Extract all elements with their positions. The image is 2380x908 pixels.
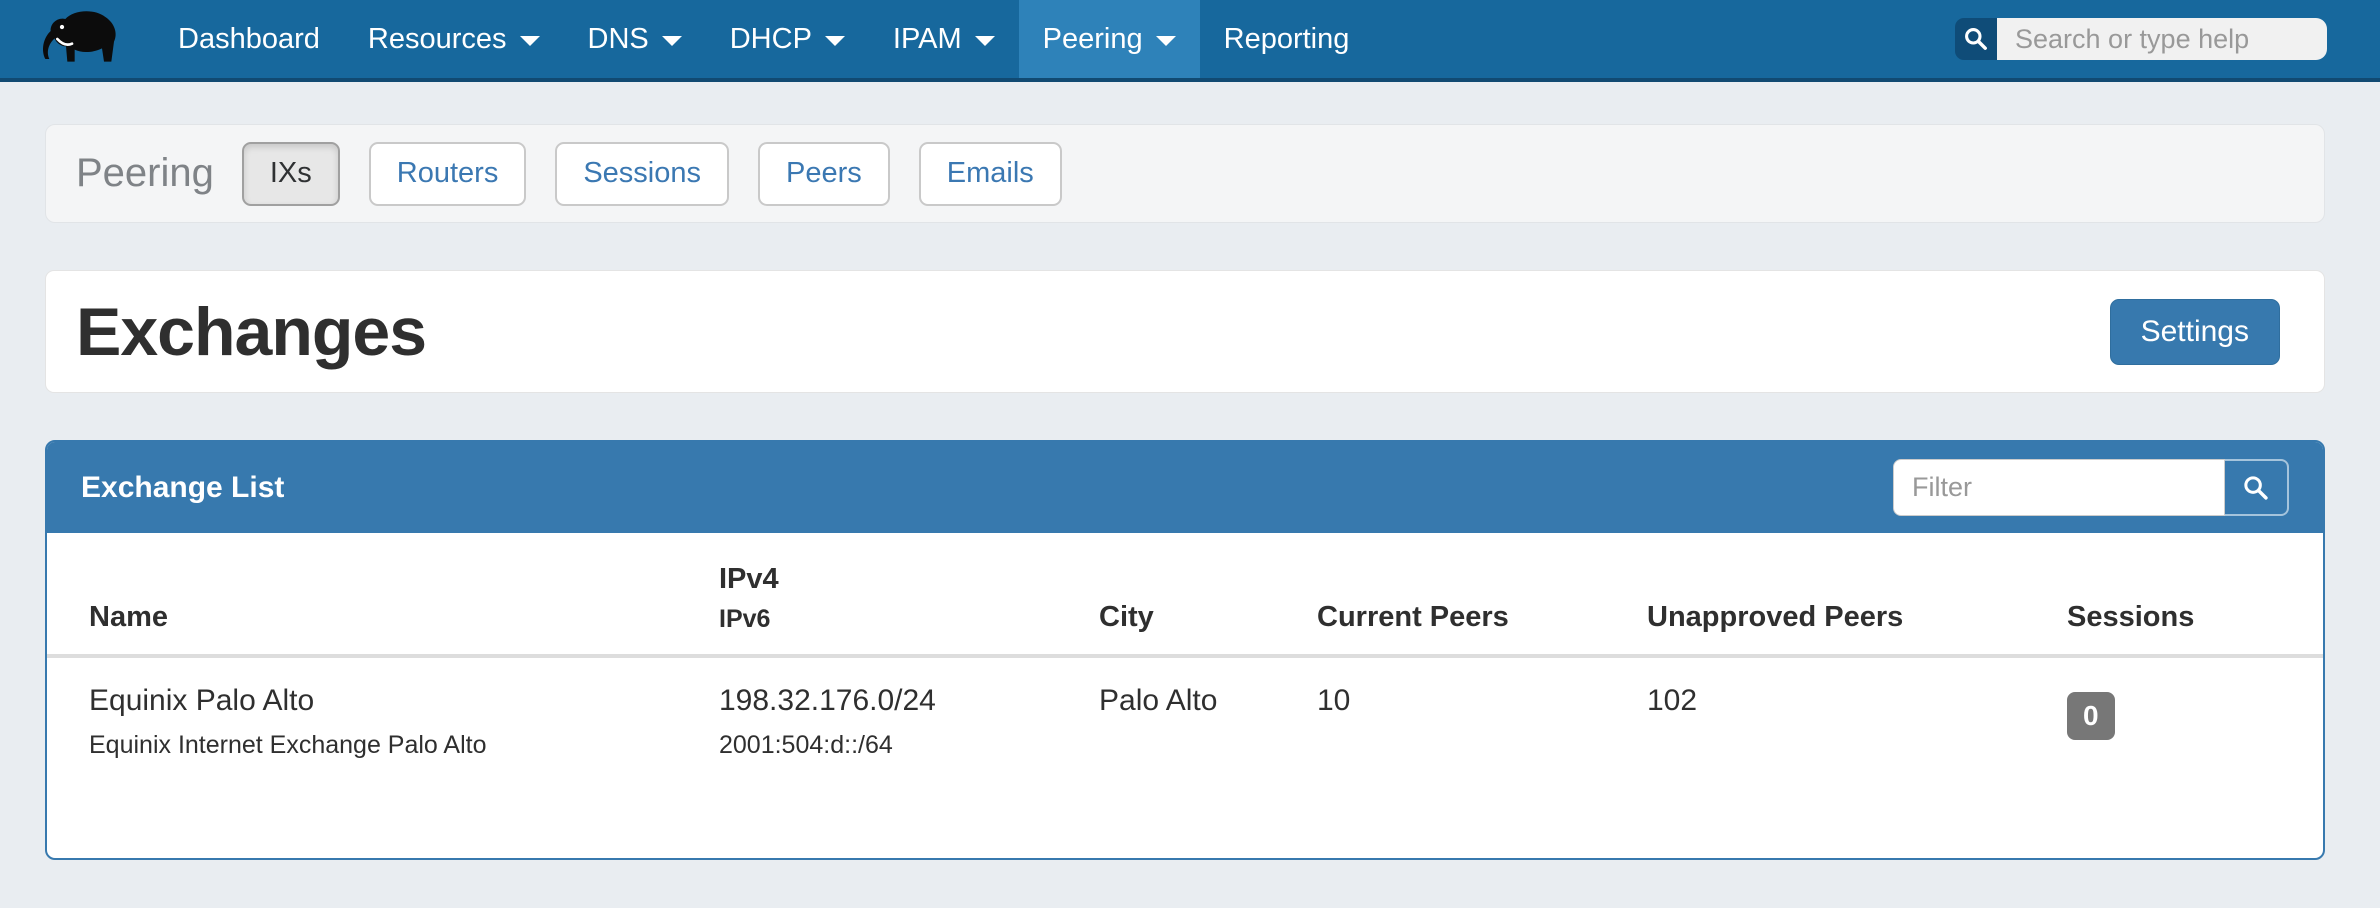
table-row[interactable]: Equinix Palo Alto Equinix Internet Excha… [47,656,2323,770]
cell-name: Equinix Palo Alto Equinix Internet Excha… [47,656,707,770]
col-header-name: Name [47,533,707,656]
col-header-ipv4: IPv4 [719,563,1075,596]
nav-item-label: Dashboard [178,23,320,56]
cell-current-peers: 10 [1305,656,1635,770]
nav-item-peering[interactable]: Peering [1019,0,1200,78]
exchange-ipv4: 198.32.176.0/24 [719,684,1075,718]
col-header-sessions: Sessions [2055,533,2323,656]
exchange-ipv6: 2001:504:d::/64 [719,731,1075,760]
mammoth-icon [40,8,120,70]
nav-item-resources[interactable]: Resources [344,0,564,78]
mammoth-logo[interactable] [40,8,120,70]
peers-button[interactable]: Peers [758,142,890,206]
sessions-badge[interactable]: 0 [2067,692,2115,740]
nav-item-label: IPAM [893,23,962,56]
nav-item-reporting[interactable]: Reporting [1200,0,1374,78]
main-menu: Dashboard Resources DNS DHCP IPAM Peerin… [154,0,1373,78]
sessions-button[interactable]: Sessions [555,142,729,206]
nav-item-dhcp[interactable]: DHCP [706,0,869,78]
cell-ip: 198.32.176.0/24 2001:504:d::/64 [707,656,1087,770]
cell-city: Palo Alto [1087,656,1305,770]
nav-item-dashboard[interactable]: Dashboard [154,0,344,78]
col-header-ip: IPv4 IPv6 [707,533,1087,656]
search-icon [2242,474,2270,502]
settings-button[interactable]: Settings [2110,299,2280,365]
caret-down-icon [975,36,995,46]
navbar-search-button[interactable] [1955,18,1997,60]
ixs-button[interactable]: IXs [242,142,340,206]
navbar-search-input[interactable] [1997,18,2327,60]
exchange-list-panel: Exchange List Name IPv4 IPv6 Cit [45,440,2325,860]
nav-item-label: Peering [1043,23,1143,56]
cell-unapproved-peers: 102 [1635,656,2055,770]
panel-title: Exchange List [81,471,284,505]
exchange-name[interactable]: Equinix Palo Alto [89,684,695,718]
filter-input[interactable] [1893,459,2225,516]
caret-down-icon [662,36,682,46]
top-navbar: Dashboard Resources DNS DHCP IPAM Peerin… [0,0,2380,82]
routers-button[interactable]: Routers [369,142,527,206]
nav-item-label: Resources [368,23,507,56]
table-header-row: Name IPv4 IPv6 City Current Peers Unappr… [47,533,2323,656]
col-header-city: City [1087,533,1305,656]
search-icon [1963,26,1989,52]
exchange-list-header: Exchange List [47,442,2323,533]
peering-toolbar: Peering IXs Routers Sessions Peers Email… [45,124,2325,223]
col-header-ipv6: IPv6 [719,605,1075,634]
caret-down-icon [825,36,845,46]
nav-item-ipam[interactable]: IPAM [869,0,1019,78]
cell-sessions: 0 [2055,656,2323,770]
col-header-unapproved-peers: Unapproved Peers [1635,533,2055,656]
exchange-description: Equinix Internet Exchange Palo Alto [89,731,695,760]
nav-item-dns[interactable]: DNS [564,0,706,78]
nav-item-label: DNS [588,23,649,56]
page-header-card: Exchanges Settings [45,270,2325,393]
col-header-current-peers: Current Peers [1305,533,1635,656]
caret-down-icon [1156,36,1176,46]
caret-down-icon [520,36,540,46]
page-title: Exchanges [76,293,426,371]
navbar-search-group [1955,18,2327,60]
nav-item-label: Reporting [1224,23,1350,56]
filter-group [1893,459,2289,516]
nav-item-label: DHCP [730,23,812,56]
emails-button[interactable]: Emails [919,142,1062,206]
section-title: Peering [76,151,214,196]
filter-search-button[interactable] [2225,459,2289,516]
exchange-table: Name IPv4 IPv6 City Current Peers Unappr… [47,533,2323,770]
